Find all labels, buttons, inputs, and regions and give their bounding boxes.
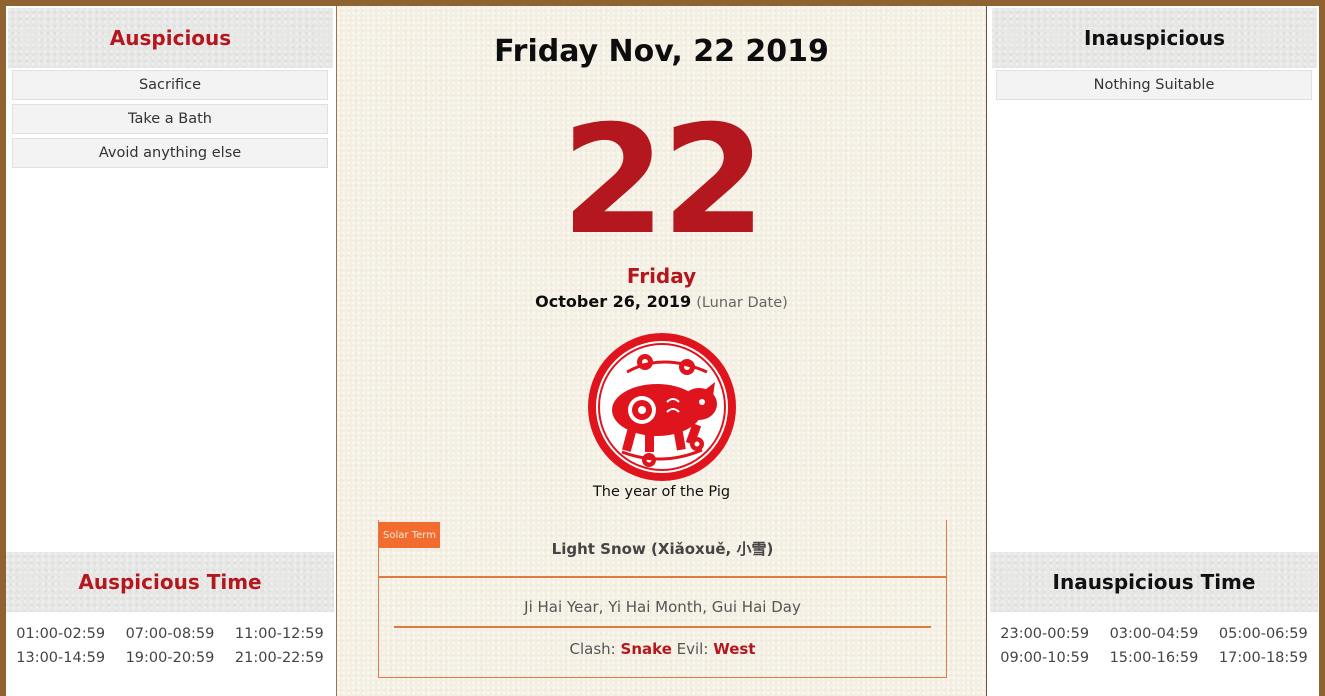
- time-slot: 13:00-14:59: [16, 650, 106, 666]
- auspicious-column: Auspicious Sacrifice Take a Bath Avoid a…: [6, 6, 335, 696]
- day-card: Friday Nov, 22 2019 22 Friday October 26…: [336, 6, 987, 696]
- time-slot: 19:00-20:59: [125, 650, 215, 666]
- lunar-date-label: (Lunar Date): [696, 295, 788, 311]
- auspicious-item: Take a Bath: [12, 104, 328, 134]
- auspicious-time-heading: Auspicious Time: [6, 552, 334, 612]
- auspicious-heading: Auspicious: [8, 8, 333, 68]
- divider: [394, 626, 931, 628]
- time-slot: 15:00-16:59: [1109, 650, 1199, 666]
- auspicious-time-grid: 01:00-02:59 07:00-08:59 11:00-12:59 13:0…: [6, 626, 334, 666]
- ganzhi-text: Ji Hai Year, Yi Hai Month, Gui Hai Day: [524, 598, 801, 616]
- time-slot: 09:00-10:59: [1000, 650, 1090, 666]
- divider: [379, 576, 946, 578]
- time-slot: 11:00-12:59: [234, 626, 324, 642]
- clash-value: Snake: [620, 640, 672, 658]
- time-slot: 23:00-00:59: [1000, 626, 1090, 642]
- evil-value: West: [713, 640, 756, 658]
- weekday-label: Friday: [626, 264, 697, 288]
- inauspicious-column: Inauspicious Nothing Suitable Inauspicio…: [990, 6, 1319, 696]
- zodiac-caption: The year of the Pig: [592, 484, 731, 500]
- time-slot: 01:00-02:59: [16, 626, 106, 642]
- inauspicious-list: Nothing Suitable: [996, 70, 1312, 104]
- inauspicious-item: Nothing Suitable: [996, 70, 1312, 100]
- solar-term-box: Solar Term Light Snow (Xiǎoxuě, 小雪) Ji H…: [378, 520, 947, 678]
- time-slot: 17:00-18:59: [1218, 650, 1308, 666]
- calendar-page: Auspicious Sacrifice Take a Bath Avoid a…: [6, 6, 1319, 696]
- inauspicious-time-grid: 23:00-00:59 03:00-04:59 05:00-06:59 09:0…: [990, 626, 1318, 666]
- lunar-date-value: October 26, 2019: [535, 292, 692, 311]
- evil-label: Evil:: [676, 640, 709, 658]
- time-slot: 05:00-06:59: [1218, 626, 1308, 642]
- day-number: 22: [561, 94, 766, 268]
- inauspicious-heading: Inauspicious: [992, 8, 1317, 68]
- clash-label: Clash:: [569, 640, 616, 658]
- auspicious-item: Sacrifice: [12, 70, 328, 100]
- pig-papercut-icon: [587, 332, 737, 482]
- auspicious-item: Avoid anything else: [12, 138, 328, 168]
- time-slot: 21:00-22:59: [234, 650, 324, 666]
- time-slot: 03:00-04:59: [1109, 626, 1199, 642]
- time-slot: 07:00-08:59: [125, 626, 215, 642]
- auspicious-list: Sacrifice Take a Bath Avoid anything els…: [12, 70, 328, 172]
- full-date-heading: Friday Nov, 22 2019: [494, 34, 829, 69]
- lunar-date: October 26, 2019 (Lunar Date): [337, 292, 986, 311]
- inauspicious-time-heading: Inauspicious Time: [990, 552, 1318, 612]
- clash-evil-line: Clash: Snake Evil: West: [379, 640, 946, 658]
- solar-term-name: Light Snow (Xiǎoxuě, 小雪): [551, 540, 774, 558]
